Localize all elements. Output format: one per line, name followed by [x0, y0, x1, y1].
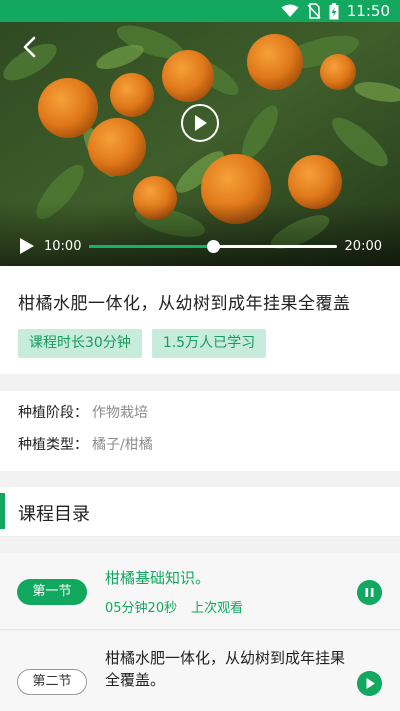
lesson-meta: 05分钟20秒 上次观看 [105, 597, 243, 616]
planting-stage-value: 作物栽培 [92, 405, 148, 421]
wifi-icon [281, 4, 299, 17]
play-triangle-icon [195, 115, 207, 131]
play-circle-icon[interactable] [181, 104, 219, 142]
lesson-title: 柑橘水肥一体化，从幼树到成年挂果全覆盖。 [105, 649, 346, 689]
catalog-accent-bar [0, 493, 5, 529]
catalog-title: 课程目录 [18, 504, 90, 525]
planting-info-card: 种植阶段： 作物栽培 种植类型： 橘子/柑橘 [0, 391, 400, 471]
total-time: 20:00 [344, 238, 382, 254]
catalog-header: 课程目录 [0, 487, 400, 537]
no-sim-icon [307, 3, 321, 19]
play-icon[interactable] [357, 671, 382, 696]
lesson-title: 柑橘基础知识。 [105, 569, 211, 587]
planting-stage-row: 种植阶段： 作物栽培 [18, 402, 148, 422]
lesson-duration: 05分钟20秒 [105, 601, 178, 616]
video-player[interactable]: 10:00 20:00 [0, 22, 400, 266]
planting-stage-label: 种植阶段： [18, 405, 88, 421]
battery-charging-icon [329, 2, 339, 19]
course-tags: 课程时长30分钟 1.5万人已学习 [18, 329, 267, 358]
seek-bar[interactable] [89, 238, 337, 254]
seek-progress [89, 245, 213, 248]
play-icon[interactable] [18, 237, 36, 255]
course-title: 柑橘水肥一体化，从幼树到成年挂果全覆盖 [18, 294, 351, 314]
current-time: 10:00 [44, 238, 82, 254]
course-summary-card: 柑橘水肥一体化，从幼树到成年挂果全覆盖 课程时长30分钟 1.5万人已学习 [0, 266, 400, 374]
duration-tag: 课程时长30分钟 [18, 329, 142, 358]
lesson-item[interactable]: 第二节 柑橘水肥一体化，从幼树到成年挂果全覆盖。 [0, 631, 400, 711]
lesson-item[interactable]: 第一节 柑橘基础知识。 05分钟20秒 上次观看 [0, 553, 400, 630]
lesson-last-watched: 上次观看 [191, 601, 244, 616]
status-bar: 11:50 [0, 0, 400, 22]
pause-icon[interactable] [357, 580, 382, 605]
back-arrow-icon[interactable] [18, 34, 44, 60]
planting-type-value: 橘子/柑橘 [92, 437, 153, 453]
video-controls: 10:00 20:00 [0, 228, 400, 264]
planting-type-row: 种植类型： 橘子/柑橘 [18, 434, 153, 454]
planting-type-label: 种植类型： [18, 437, 88, 453]
learners-tag: 1.5万人已学习 [151, 329, 267, 358]
lesson-number-badge: 第一节 [17, 579, 87, 605]
seek-knob[interactable] [207, 240, 220, 253]
course-detail-page: 11:50 10:00 20:00 柑橘水肥一体化，从幼树到成年挂果全覆盖 课程… [0, 0, 400, 711]
lesson-number-badge: 第二节 [17, 669, 87, 695]
status-time: 11:50 [346, 2, 390, 20]
